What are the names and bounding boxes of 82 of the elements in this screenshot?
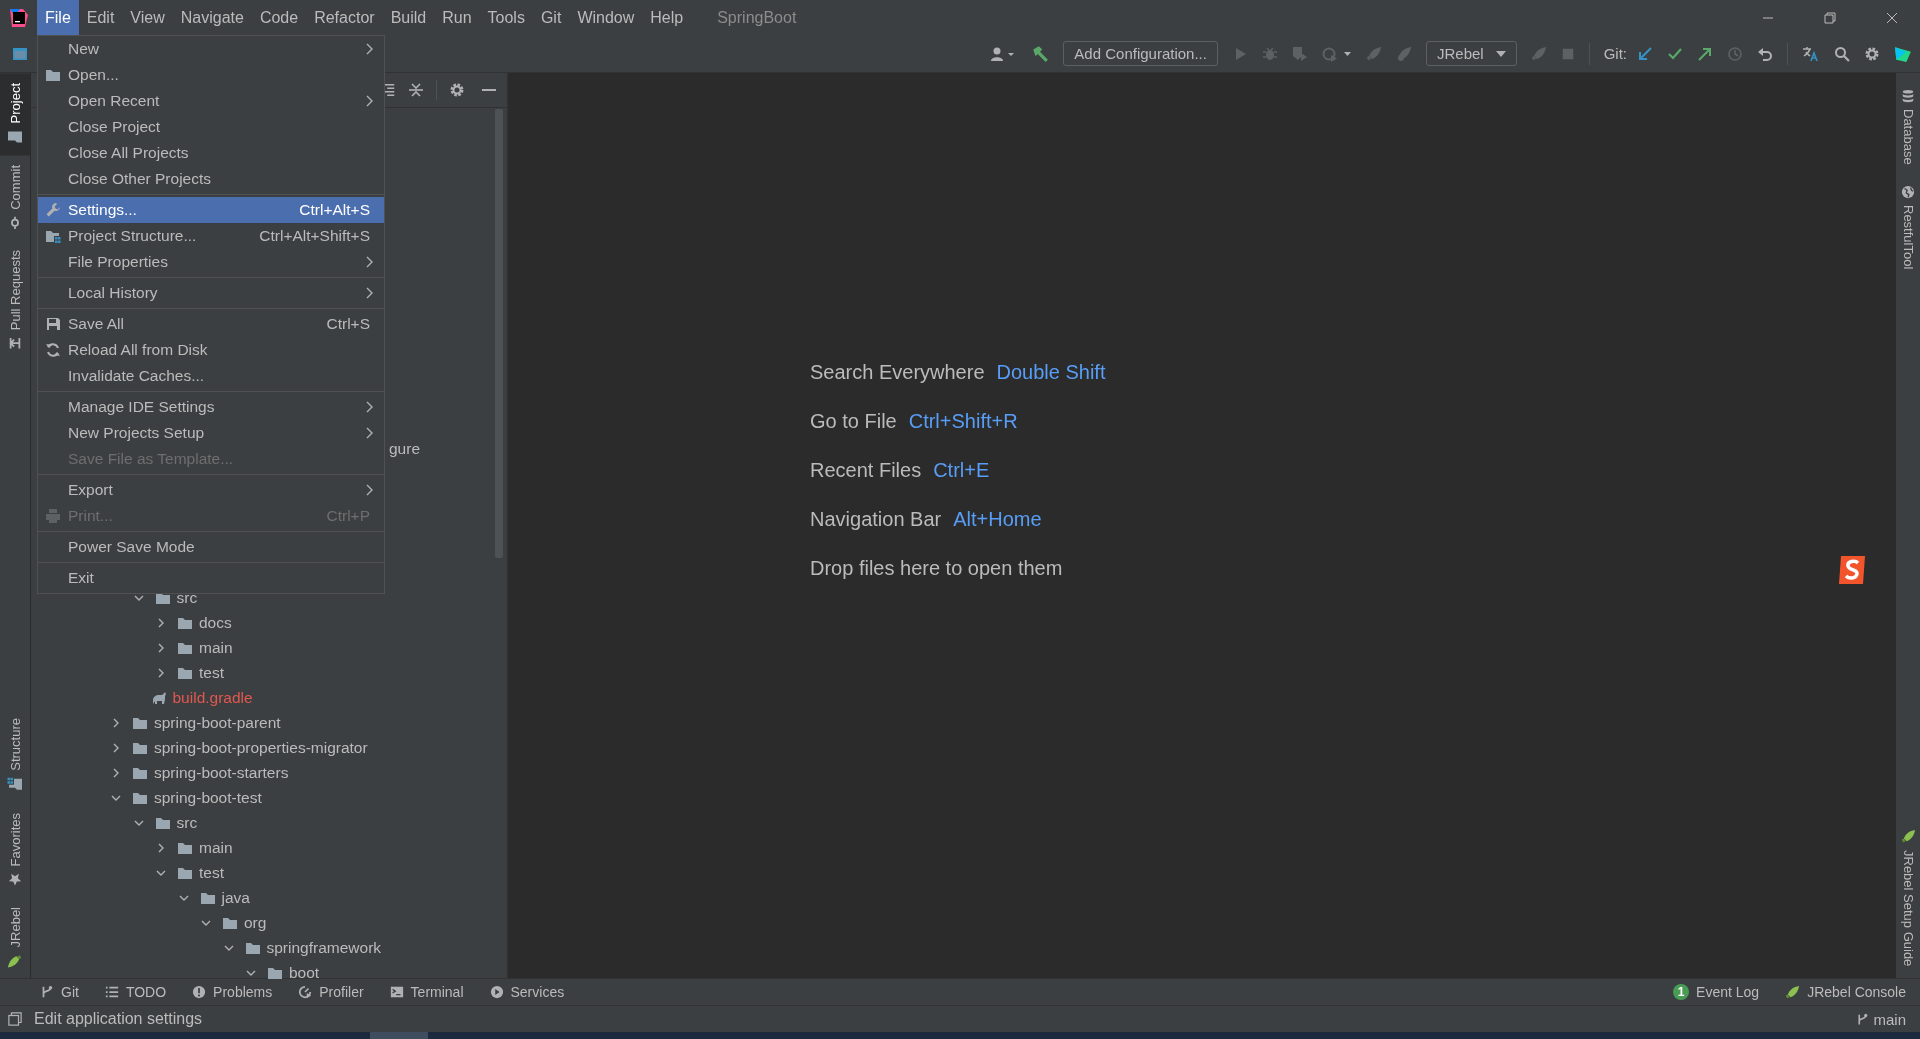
menu-bar-item[interactable]: Refactor: [306, 0, 383, 35]
tree-item-label[interactable]: main: [199, 838, 233, 857]
tree-item-label[interactable]: test: [199, 663, 224, 682]
tree-item-label[interactable]: main: [199, 638, 233, 657]
menu-item[interactable]: File Properties: [38, 249, 384, 275]
menu-bar-item[interactable]: Run: [434, 0, 480, 35]
hint-text: Recent Files: [810, 459, 922, 482]
hint-text: Navigation Bar: [810, 508, 942, 531]
tree-item-label[interactable]: src: [176, 813, 198, 832]
tool-window-button[interactable]: 1 Event Log: [1673, 984, 1760, 1000]
tree-item-label[interactable]: springframework: [266, 938, 382, 957]
menu-bar-item[interactable]: Build: [382, 0, 435, 35]
shortcut-text: Ctrl+S: [326, 315, 370, 333]
tool-window-tab[interactable]: JRebel Setup Guide: [1896, 820, 1920, 978]
status-message: Edit application settings: [34, 1010, 203, 1028]
git-branch-widget[interactable]: main: [1856, 1010, 1906, 1028]
tree-item-label[interactable]: spring-boot-starters: [154, 763, 289, 782]
shortcut-text: Alt+Home: [953, 508, 1042, 531]
tool-window-tab[interactable]: Pull Requests: [0, 240, 30, 361]
menu-bar-item[interactable]: View: [122, 0, 173, 35]
menu-item[interactable]: Close All Projects: [38, 140, 384, 166]
tool-window-button[interactable]: Git: [40, 984, 79, 1000]
menu-bar-item[interactable]: Tools: [479, 0, 533, 35]
menu-item[interactable]: New: [38, 36, 384, 62]
menu-item[interactable]: Open Recent: [38, 88, 384, 114]
add-configuration-button[interactable]: Add Configuration...: [1063, 41, 1218, 66]
menu-item[interactable]: Close Other Projects: [38, 166, 384, 192]
tree-item-label[interactable]: spring-boot-test: [154, 788, 262, 807]
menu-item[interactable]: Exit: [38, 565, 384, 591]
tool-window-tab[interactable]: Structure: [0, 708, 30, 804]
menu-bar-item[interactable]: File: [37, 0, 79, 35]
tree-item-label[interactable]: gure: [389, 440, 421, 458]
shortcut-text: Double Shift: [996, 361, 1106, 384]
tool-window-button[interactable]: Terminal: [389, 984, 464, 1000]
menu-item[interactable]: Close Project: [38, 114, 384, 140]
shortcut-text: Ctrl+Alt+S: [299, 201, 370, 219]
menu-bar-item[interactable]: Help: [642, 0, 692, 35]
menu-item[interactable]: Project Structure... Ctrl+Alt+Shift+S: [38, 223, 384, 249]
tree-item-label[interactable]: spring-boot-properties-migrator: [154, 738, 368, 757]
tool-window-button[interactable]: Profiler: [298, 984, 364, 1000]
tree-item-label[interactable]: org: [244, 913, 267, 932]
git-label: Git:: [1603, 45, 1627, 62]
shortcut-text: Ctrl+Alt+Shift+S: [259, 227, 370, 245]
tool-window-button[interactable]: TODO: [104, 984, 167, 1000]
menu-bar-item[interactable]: Edit: [78, 0, 123, 35]
menu-bar-item[interactable]: Code: [251, 0, 307, 35]
menu-item[interactable]: Invalidate Caches...: [38, 363, 384, 389]
hint-text: Go to File: [810, 410, 897, 433]
tool-window-tab[interactable]: RestfulTool: [1896, 176, 1920, 281]
menu-item[interactable]: Local History: [38, 280, 384, 306]
tree-item-label[interactable]: docs: [199, 613, 232, 632]
tool-window-tab[interactable]: Commit: [0, 155, 30, 241]
run-target-dropdown[interactable]: JRebel: [1425, 41, 1517, 66]
tree-item-label[interactable]: java: [221, 888, 250, 907]
menu-item[interactable]: Export: [38, 477, 384, 503]
shortcut-text: Ctrl+Shift+R: [908, 410, 1018, 433]
tool-window-button[interactable]: Services: [489, 984, 565, 1000]
menu-item[interactable]: Power Save Mode: [38, 534, 384, 560]
project-title: SpringBoot: [717, 8, 797, 27]
tool-window-button[interactable]: JRebel Console: [1785, 984, 1906, 1000]
menu-bar-item[interactable]: Navigate: [172, 0, 252, 35]
tree-item-label[interactable]: spring-boot-parent: [154, 713, 281, 732]
tree-item-label[interactable]: boot: [289, 963, 320, 982]
tool-window-tab[interactable]: Favorites: [0, 803, 30, 897]
menu-item[interactable]: Manage IDE Settings: [38, 394, 384, 420]
menu-item[interactable]: Settings... Ctrl+Alt+S: [38, 197, 384, 223]
menu-item[interactable]: Reload All from Disk: [38, 337, 384, 363]
menu-bar-item[interactable]: Window: [569, 0, 643, 35]
tree-item-label[interactable]: build.gradle: [172, 688, 253, 707]
menu-bar-item[interactable]: Git: [532, 0, 570, 35]
tree-item-label[interactable]: test: [199, 863, 224, 882]
tool-window-tab[interactable]: Database: [1896, 81, 1920, 177]
menu-item[interactable]: Open...: [38, 62, 384, 88]
tool-window-tab[interactable]: Project: [0, 73, 30, 156]
hint-text: Drop files here to open them: [810, 557, 1063, 580]
tool-window-tab[interactable]: JRebel: [0, 896, 30, 978]
tool-window-button[interactable]: Problems: [192, 984, 273, 1000]
hint-text: Search Everywhere: [810, 361, 985, 384]
menu-item[interactable]: Save All Ctrl+S: [38, 311, 384, 337]
shortcut-text: Ctrl+E: [933, 459, 990, 482]
menu-item[interactable]: New Projects Setup: [38, 420, 384, 446]
count-badge: 1: [1673, 984, 1690, 1000]
